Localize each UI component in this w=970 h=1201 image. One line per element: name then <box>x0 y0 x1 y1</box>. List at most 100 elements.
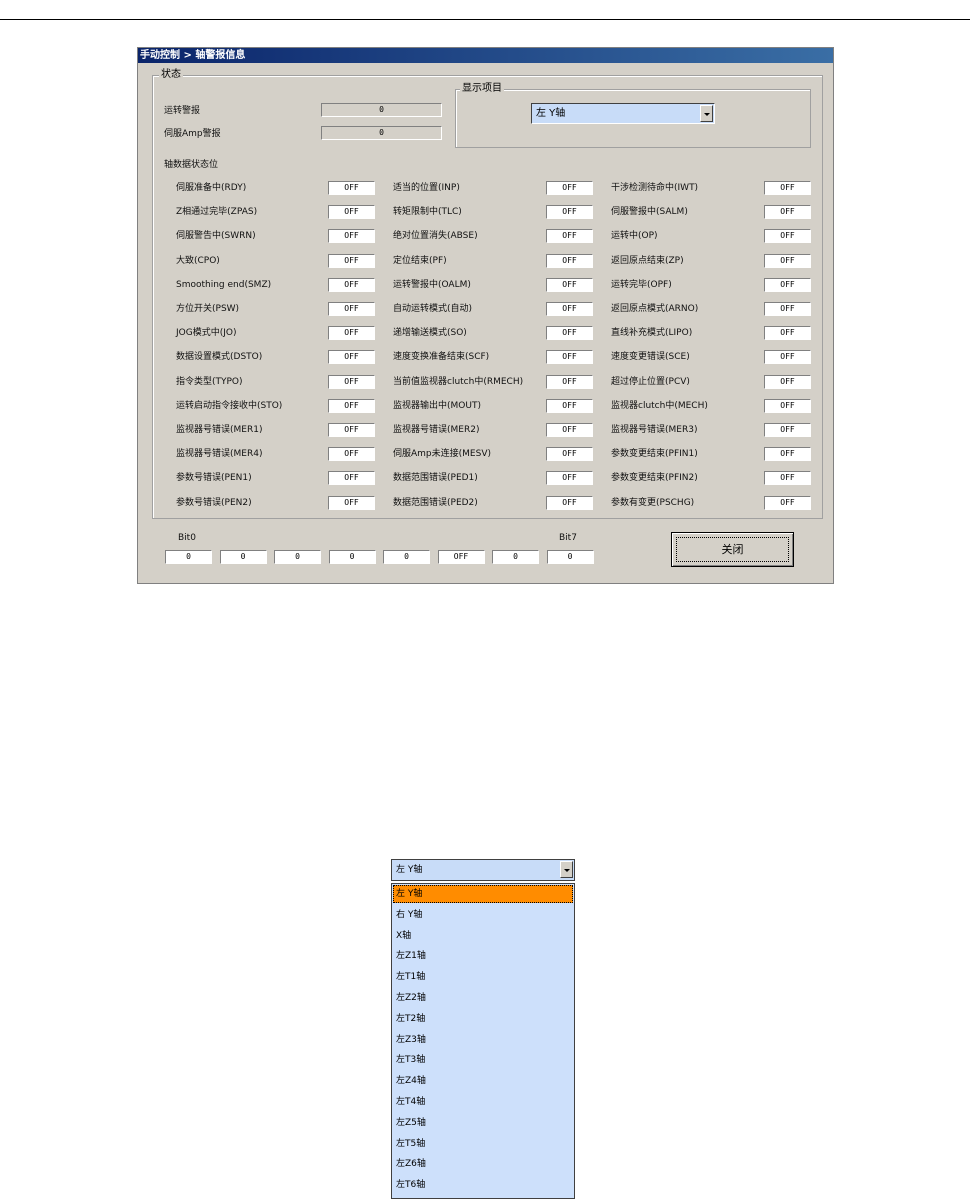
amp-alarm-value: 0 <box>321 126 442 140</box>
bit7-label: Bit7 <box>559 533 577 543</box>
status-bit-label: 参数变更结束(PFIN1) <box>611 449 698 460</box>
status-bit-label: Z相通过完毕(ZPAS) <box>176 207 258 218</box>
status-bit-label: 运转完毕(OPF) <box>611 279 672 290</box>
status-group-title: 状态 <box>159 69 183 81</box>
status-bit-label: 指令类型(TYPO) <box>176 376 243 387</box>
dropdown-option[interactable]: 左T3轴 <box>393 1051 573 1069</box>
axis-selector[interactable]: 左 Y轴 <box>531 103 715 124</box>
close-button[interactable]: 关闭 <box>671 532 794 567</box>
dropdown-option[interactable]: 左Z1轴 <box>393 947 573 965</box>
status-bit-value: OFF <box>764 495 811 510</box>
status-bit-value: OFF <box>764 229 811 244</box>
status-bit-value: OFF <box>328 495 375 510</box>
status-bit-value: OFF <box>546 326 593 341</box>
status-bit-value: OFF <box>328 471 375 486</box>
dropdown-option[interactable]: 左Z5轴 <box>393 1114 573 1132</box>
status-bit-value: OFF <box>546 277 593 292</box>
status-bit-label: 数据设置模式(DSTO) <box>176 352 263 363</box>
dropdown-option[interactable]: 左T4轴 <box>393 1093 573 1111</box>
status-bit-value: OFF <box>328 205 375 220</box>
status-bit-value: OFF <box>546 302 593 316</box>
dropdown-combo[interactable]: 左 Y轴 <box>391 859 575 881</box>
status-bit-label: 返回原点模式(ARNO) <box>611 304 699 314</box>
status-bit-label: 伺服警告中(SWRN) <box>176 231 256 242</box>
dropdown-current-value: 左 Y轴 <box>396 865 423 875</box>
axis-alarm-dialog: 手动控制 > 轴警报信息 状态 运转警报 0 伺服Amp警报 0 显示项目 左 … <box>137 47 834 584</box>
status-bit-value: OFF <box>764 398 811 413</box>
status-bit-label: 监视器号错误(MER2) <box>393 425 480 435</box>
status-bit-value: OFF <box>328 181 375 195</box>
dropdown-option[interactable]: 左T1轴 <box>393 968 573 986</box>
status-bit-label: 当前值监视器clutch中(RMECH) <box>393 376 524 387</box>
chevron-down-icon[interactable] <box>700 105 713 122</box>
status-bit-value: OFF <box>764 205 811 220</box>
status-bit-label: 伺服警报中(SALM) <box>611 207 688 218</box>
bit-value-field: 0 <box>546 550 594 564</box>
status-bit-label: 参数变更结束(PFIN2) <box>611 473 698 484</box>
status-bit-label: 超过停止位置(PCV) <box>611 376 690 387</box>
close-button-label: 关闭 <box>676 537 789 562</box>
status-bit-value: OFF <box>328 326 375 341</box>
bit-value-field: 0 <box>219 550 267 564</box>
dropdown-option[interactable]: 左T6轴 <box>393 1176 573 1194</box>
status-bits-title: 轴数据状态位 <box>164 160 219 170</box>
status-bit-label: 监视器号错误(MER3) <box>611 425 698 435</box>
status-bit-label: 参数有变更(PSCHG) <box>611 497 695 508</box>
status-bit-label: Smoothing end(SMZ) <box>176 279 272 290</box>
status-bit-value: OFF <box>328 277 375 292</box>
status-bit-label: 转矩限制中(TLC) <box>393 207 462 218</box>
status-bit-label: 监视器号错误(MER1) <box>176 425 263 435</box>
status-bit-label: 参数号错误(PEN1) <box>176 473 252 484</box>
status-bit-value: OFF <box>764 423 811 437</box>
status-bit-value: OFF <box>546 253 593 268</box>
status-bit-value: OFF <box>764 350 811 365</box>
status-bit-label: 干涉检测待命中(IWT) <box>611 183 699 193</box>
status-bit-label: 监视器号错误(MER4) <box>176 449 263 460</box>
dropdown-option[interactable]: 左T2轴 <box>393 1010 573 1028</box>
status-bit-value: OFF <box>764 302 811 316</box>
status-bit-value: OFF <box>328 447 375 462</box>
dropdown-option[interactable]: 右 Y轴 <box>393 906 573 924</box>
bit-value-field: OFF <box>437 550 485 564</box>
dropdown-option[interactable]: 左Z6轴 <box>393 1155 573 1173</box>
axis-selector-value: 左 Y轴 <box>536 108 566 119</box>
status-bit-value: OFF <box>328 229 375 244</box>
status-bit-value: OFF <box>546 398 593 413</box>
dropdown-option[interactable]: 左Z3轴 <box>393 1031 573 1049</box>
status-bit-label: 参数号错误(PEN2) <box>176 497 252 508</box>
bit-value-field: 0 <box>383 550 430 564</box>
dropdown-option[interactable]: 左Z2轴 <box>393 989 573 1007</box>
status-bit-label: 伺服准备中(RDY) <box>176 183 247 193</box>
page-header-rule <box>0 19 970 20</box>
status-bit-value: OFF <box>764 471 811 486</box>
status-bit-label: 直线补充模式(LIPO) <box>611 328 693 339</box>
dropdown-option[interactable]: 左Z4轴 <box>393 1072 573 1090</box>
status-bit-value: OFF <box>546 350 593 365</box>
status-bit-label: 运转中(OP) <box>611 231 658 242</box>
status-bit-label: 伺服Amp未连接(MESV) <box>393 449 491 460</box>
status-bit-value: OFF <box>328 253 375 268</box>
dropdown-option[interactable]: X轴 <box>393 927 573 945</box>
status-bit-label: 递增输送模式(SO) <box>393 328 467 339</box>
status-bit-value: OFF <box>546 229 593 244</box>
status-bit-label: 数据范围错误(PED2) <box>393 497 478 508</box>
status-bit-value: OFF <box>546 471 593 486</box>
run-alarm-label: 运转警报 <box>164 106 201 116</box>
status-bit-value: OFF <box>546 181 593 195</box>
status-bit-label: 速度变更错误(SCE) <box>611 352 690 363</box>
status-bit-label: 监视器clutch中(MECH) <box>611 400 708 411</box>
status-bit-value: OFF <box>328 350 375 365</box>
bit-value-field: 0 <box>328 550 376 564</box>
status-bit-value: OFF <box>764 181 811 195</box>
status-bit-label: 定位结束(PF) <box>393 255 447 266</box>
status-bit-label: JOG模式中(JO) <box>176 328 237 339</box>
run-alarm-value: 0 <box>321 103 442 117</box>
dropdown-option[interactable]: 左T5轴 <box>393 1135 573 1153</box>
dropdown-option[interactable]: 左 Y轴 <box>393 885 573 903</box>
status-bit-value: OFF <box>764 447 811 462</box>
bit0-label: Bit0 <box>178 533 196 543</box>
chevron-down-icon[interactable] <box>560 861 573 878</box>
status-bit-value: OFF <box>764 277 811 292</box>
status-bit-value: OFF <box>764 374 811 389</box>
status-bit-value: OFF <box>546 495 593 510</box>
